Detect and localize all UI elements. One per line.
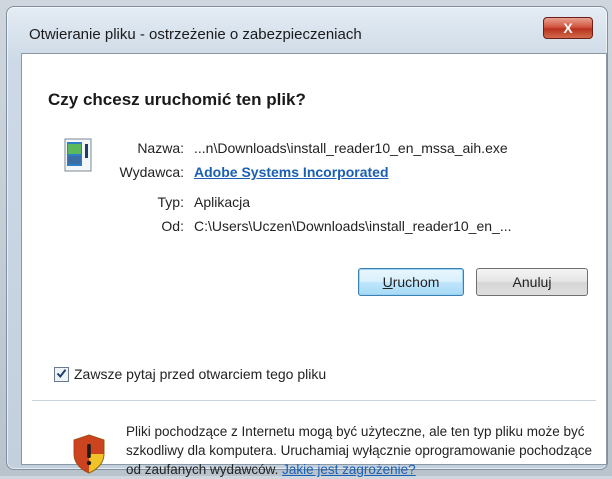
name-value: ...n\Downloads\install_reader10_en_mssa_… [194, 140, 508, 156]
security-warning: Pliki pochodzące z Internetu mogą być uż… [126, 422, 596, 479]
always-ask-checkbox[interactable] [54, 367, 69, 382]
title-bar[interactable]: Otwieranie pliku - ostrzeżenie o zabezpi… [15, 15, 599, 45]
publisher-label: Wydawca: [119, 164, 184, 180]
dialog-content: Czy chcesz uruchomić ten plik? Nazwa: ..… [21, 53, 607, 477]
checkmark-icon [56, 369, 67, 379]
cancel-button-label: Anuluj [512, 274, 552, 290]
always-ask-label: Zawsze pytaj przed otwarciem tego pliku [74, 366, 327, 382]
close-button[interactable]: X [543, 17, 593, 39]
dialog-window: Otwieranie pliku - ostrzeżenie o zabezpi… [6, 6, 608, 477]
window-title: Otwieranie pliku - ostrzeżenie o zabezpi… [29, 26, 362, 43]
run-button[interactable]: Uruchom [358, 268, 464, 296]
name-label: Nazwa: [137, 140, 184, 156]
type-value: Aplikacja [194, 194, 251, 210]
type-label: Typ: [157, 194, 184, 210]
publisher-link[interactable]: Adobe Systems Incorporated [194, 164, 389, 180]
from-label: Od: [161, 218, 184, 234]
security-shield-icon [72, 434, 106, 474]
cancel-button[interactable]: Anuluj [476, 268, 588, 296]
divider [32, 400, 596, 401]
dialog-heading: Czy chcesz uruchomić ten plik? [48, 90, 306, 109]
from-value: C:\Users\Uczen\Downloads\install_reader1… [194, 218, 512, 234]
run-button-label: Uruchom [382, 274, 440, 290]
risk-info-link[interactable]: Jakie jest zagrożenie? [282, 462, 416, 477]
